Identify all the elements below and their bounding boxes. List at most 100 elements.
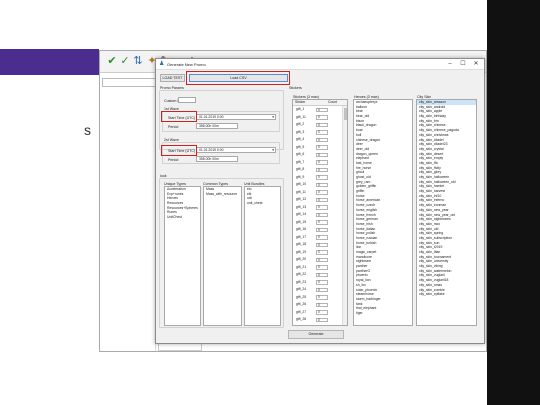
heroes-list[interactable]: archaeopteryx balloon bear bear_old bison bla… bbox=[353, 99, 413, 326]
sticker-count-input[interactable]: 0 bbox=[316, 295, 328, 300]
sticker-count-input[interactable]: 0 bbox=[316, 317, 328, 323]
sticker-count-input[interactable]: 0 bbox=[316, 107, 328, 113]
sticker-row[interactable]: gift_23 0 bbox=[293, 280, 344, 286]
sticker-row[interactable]: gift_17 0 bbox=[293, 235, 344, 241]
city-skin-item[interactable]: city_skin_zpflake bbox=[417, 292, 476, 297]
sticker-row[interactable]: gift_2 0 bbox=[293, 122, 344, 128]
tool-icon-2[interactable]: ✓ bbox=[119, 54, 131, 68]
close-icon[interactable]: ✕ bbox=[470, 60, 482, 68]
sticker-row[interactable]: gift_26 0 bbox=[293, 302, 344, 308]
sticker-count-input[interactable]: 0 bbox=[316, 167, 328, 173]
generate-button[interactable]: Generate bbox=[288, 330, 344, 339]
common-type-item[interactable]: Mass_with_resource bbox=[204, 192, 241, 197]
sticker-count-input[interactable]: 0 bbox=[316, 302, 328, 308]
sticker-row[interactable]: gift_10 0 bbox=[293, 182, 344, 188]
sticker-row[interactable]: gift_19 0 bbox=[293, 250, 344, 256]
stickers-scroll-thumb[interactable] bbox=[344, 108, 347, 120]
hero-item[interactable]: tiger bbox=[354, 311, 412, 316]
sticker-row[interactable]: gift_14 0 bbox=[293, 212, 344, 218]
sticker-count-input[interactable]: 0 bbox=[316, 115, 328, 120]
unique-types-list[interactable]: Acceleration Exp+runes Heroes Resources Reso… bbox=[164, 186, 201, 326]
sticker-count-input[interactable]: 0 bbox=[316, 175, 328, 180]
sticker-row[interactable]: gift_28 0 bbox=[293, 317, 344, 323]
sticker-count-input[interactable]: 0 bbox=[316, 287, 328, 293]
sticker-row[interactable]: gift_16 0 bbox=[293, 227, 344, 233]
sticker-row[interactable]: gift_9 0 bbox=[293, 175, 344, 181]
tool-icon-3[interactable]: ⇅ bbox=[132, 54, 144, 68]
sticker-row[interactable]: gift_15 0 bbox=[293, 220, 344, 226]
sticker-name: gift_18 bbox=[296, 242, 307, 246]
stickers-scrollbar[interactable] bbox=[342, 106, 347, 325]
sticker-count-input[interactable]: 0 bbox=[316, 257, 328, 263]
sticker-count-input[interactable]: 0 bbox=[316, 205, 328, 210]
sticker-row[interactable]: gift_12 0 bbox=[293, 197, 344, 203]
sticker-count-input[interactable]: 0 bbox=[316, 250, 328, 255]
maximize-icon[interactable]: ☐ bbox=[457, 60, 469, 68]
custom-id-input[interactable] bbox=[178, 97, 196, 103]
sticker-row[interactable]: gift_11 0 bbox=[293, 115, 344, 121]
sticker-name: gift_22 bbox=[296, 272, 307, 276]
sticker-count-input[interactable]: 0 bbox=[316, 272, 328, 278]
sticker-row[interactable]: gift_21 0 bbox=[293, 265, 344, 271]
count-column-header[interactable]: Count bbox=[328, 100, 337, 105]
sticker-name: gift_8 bbox=[296, 167, 305, 171]
wave1-start-picker[interactable]: 01.01.2019 0:00 ▾ bbox=[196, 114, 276, 120]
sticker-row[interactable]: gift_18 0 bbox=[293, 242, 344, 248]
sticker-row[interactable]: gift_13 0 bbox=[293, 205, 344, 211]
wave2-period-input[interactable]: 358.00h 00m bbox=[196, 156, 238, 162]
sticker-count-input[interactable]: 0 bbox=[316, 310, 328, 315]
sticker-count-input[interactable]: 0 bbox=[316, 242, 328, 248]
sticker-row[interactable]: gift_7 0 bbox=[293, 160, 344, 166]
sticker-row[interactable]: gift_22 0 bbox=[293, 272, 344, 278]
sticker-row[interactable]: gift_3 0 bbox=[293, 130, 344, 136]
sticker-name: gift_11 bbox=[296, 114, 306, 119]
sticker-count-input[interactable]: 0 bbox=[316, 130, 328, 135]
sticker-count-input[interactable]: 0 bbox=[316, 122, 328, 128]
background-address-field[interactable] bbox=[102, 78, 160, 87]
sticker-count-input[interactable]: 0 bbox=[316, 265, 328, 270]
common-types-list[interactable]: Mass Mass_with_resource bbox=[203, 186, 242, 326]
sticker-row[interactable]: gift_20 0 bbox=[293, 257, 344, 263]
sticker-row[interactable]: gift_27 0 bbox=[293, 310, 344, 316]
sticker-count-input[interactable]: 0 bbox=[316, 182, 328, 188]
stickers-table[interactable]: Sticker Count gift_1 0 gift_11 0 gift_2 0 gift… bbox=[292, 99, 348, 326]
sticker-row[interactable]: gift_25 0 bbox=[293, 295, 344, 301]
highlight-box-wave2 bbox=[161, 145, 197, 156]
wave2-start-value: 01.01.2019 0:00 bbox=[199, 148, 224, 152]
sticker-count-input[interactable]: 0 bbox=[316, 280, 328, 285]
chevron-down-icon[interactable]: ▾ bbox=[272, 148, 274, 152]
sticker-row[interactable]: gift_6 0 bbox=[293, 152, 344, 158]
sticker-row[interactable]: gift_4 0 bbox=[293, 137, 344, 143]
sticker-count-input[interactable]: 0 bbox=[316, 197, 328, 203]
sticker-count-input[interactable]: 0 bbox=[316, 235, 328, 240]
sticker-row[interactable]: gift_8 0 bbox=[293, 167, 344, 173]
sticker-count-input[interactable]: 0 bbox=[316, 145, 328, 150]
sticker-name: gift_1 bbox=[296, 107, 305, 111]
sticker-row[interactable]: gift_24 0 bbox=[293, 287, 344, 293]
sticker-count-input[interactable]: 0 bbox=[316, 160, 328, 165]
sticker-row[interactable]: gift_11 0 bbox=[293, 190, 344, 196]
unit-bundle-item[interactable]: unit_chest bbox=[245, 201, 280, 206]
sticker-count-input[interactable]: 0 bbox=[316, 152, 328, 158]
sticker-count-input[interactable]: 0 bbox=[316, 137, 328, 143]
city-skin-list[interactable]: city_skin_amazon city_skin_android city_sk… bbox=[416, 99, 477, 326]
unit-bundles-list[interactable]: elo elk orb unit_chest bbox=[244, 186, 281, 326]
wave1-period-input[interactable]: 358.00h 00m bbox=[196, 123, 238, 129]
wave2-start-picker[interactable]: 01.01.2019 0:00 ▾ bbox=[196, 147, 276, 153]
sticker-column-header[interactable]: Sticker bbox=[295, 100, 305, 104]
stickers-section-label: Stickers bbox=[289, 86, 302, 90]
generate-promo-dialog: ♟ Generate New Promo – ☐ ✕ LOAD TEST Loa… bbox=[155, 58, 485, 344]
tool-icon-1[interactable]: ✔ bbox=[106, 54, 118, 68]
minimize-icon[interactable]: – bbox=[444, 60, 456, 68]
load-test-button[interactable]: LOAD TEST bbox=[160, 74, 185, 82]
sticker-count-input[interactable]: 0 bbox=[316, 212, 328, 218]
sticker-name: gift_7 bbox=[296, 159, 305, 164]
sticker-count-input[interactable]: 0 bbox=[316, 227, 328, 233]
sticker-count-input[interactable]: 0 bbox=[316, 190, 328, 195]
sticker-name: gift_4 bbox=[296, 137, 305, 141]
sticker-count-input[interactable]: 0 bbox=[316, 220, 328, 225]
sticker-row[interactable]: gift_5 0 bbox=[293, 145, 344, 151]
sticker-row[interactable]: gift_1 0 bbox=[293, 107, 344, 113]
unique-type-item[interactable]: UnitChest bbox=[165, 215, 200, 220]
chevron-down-icon[interactable]: ▾ bbox=[272, 115, 274, 119]
